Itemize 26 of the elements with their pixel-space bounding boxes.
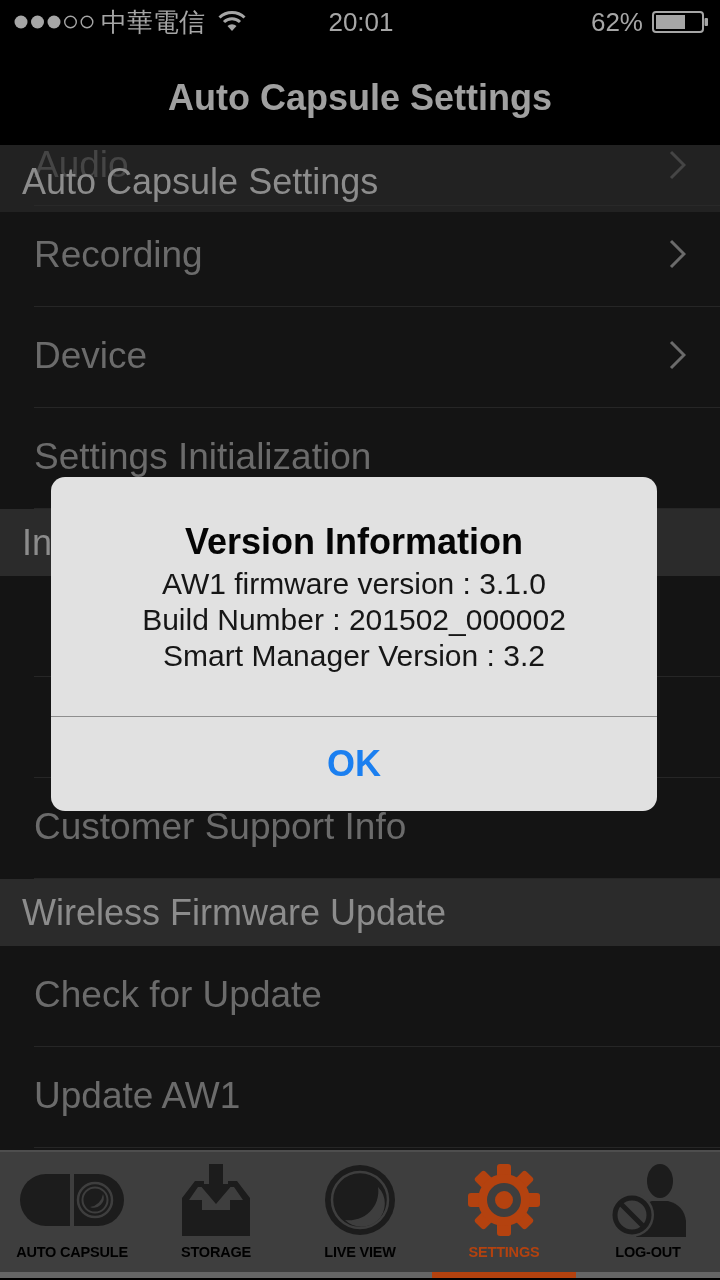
wifi-icon: [218, 9, 246, 31]
carrier-name: 中華電信: [101, 5, 205, 39]
menu-item[interactable]: Check for Update: [34, 975, 322, 1013]
version-line: Smart Manager Version : 3.2: [163, 638, 545, 674]
tab-button[interactable]: SETTINGS: [432, 1152, 576, 1278]
section-header: Wireless Firmware Update: [0, 879, 720, 946]
battery-percent: 62%: [590, 6, 643, 38]
alert-title: Version Information: [184, 521, 523, 563]
menu-item[interactable]: Device: [34, 336, 148, 374]
signal-icon: [14, 15, 96, 29]
clock-time: 20:01: [328, 6, 394, 38]
tab-button[interactable]: LOG-OUT: [576, 1152, 720, 1278]
battery-icon: [652, 11, 708, 33]
menu-item[interactable]: Update AW1: [34, 1076, 241, 1114]
person-prohibited-icon: [610, 1163, 686, 1237]
pill-camera-icon: [20, 1174, 124, 1226]
settings-icon: [468, 1164, 540, 1236]
tab-button[interactable]: AUTO CAPSULE: [0, 1152, 144, 1278]
nav-title: Auto Capsule Settings: [168, 76, 552, 119]
lens-icon: [325, 1165, 395, 1235]
version-line: Build Number : 201502_000002: [142, 602, 566, 638]
tab-button[interactable]: LIVE VIEW: [288, 1152, 432, 1278]
menu-item[interactable]: Settings Initialization: [34, 437, 372, 475]
menu-item[interactable]: Recording: [34, 235, 203, 273]
inbox-download-icon: [182, 1164, 250, 1236]
tab-button[interactable]: STORAGE: [144, 1152, 288, 1278]
